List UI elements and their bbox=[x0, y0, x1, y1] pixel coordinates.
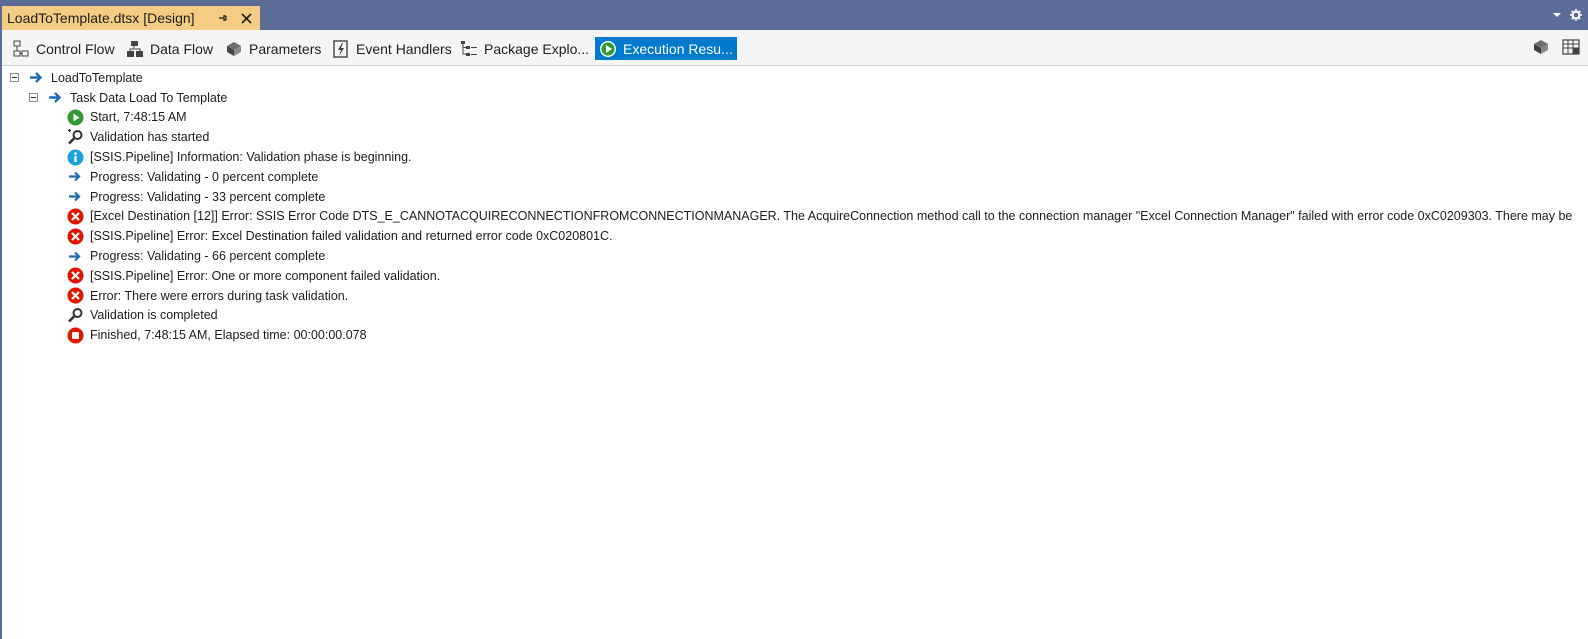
list-item[interactable]: [SSIS.Pipeline] Information: Validation … bbox=[10, 147, 1580, 167]
tab-label: Data Flow bbox=[150, 40, 214, 57]
list-item[interactable]: Progress: Validating - 33 percent comple… bbox=[10, 187, 1580, 207]
list-item[interactable]: Error: There were errors during task val… bbox=[10, 286, 1580, 306]
document-tab-strip: LoadToTemplate.dtsx [Design] bbox=[0, 0, 1588, 30]
message-text: [SSIS.Pipeline] Information: Validation … bbox=[90, 150, 412, 165]
parameters-icon bbox=[225, 40, 243, 58]
tab-event-handlers[interactable]: Event Handlers bbox=[328, 37, 456, 60]
progress-icon bbox=[67, 188, 84, 205]
list-item[interactable]: [SSIS.Pipeline] Error: Excel Destination… bbox=[10, 226, 1580, 246]
toolbar-right bbox=[1532, 38, 1580, 59]
document-tab[interactable]: LoadToTemplate.dtsx [Design] bbox=[2, 6, 260, 30]
info-icon bbox=[67, 149, 84, 166]
designer-tabs: Control Flow Data Flow Parameters Event … bbox=[2, 30, 1588, 66]
tab-label: Execution Resu... bbox=[623, 40, 733, 57]
tab-parameters[interactable]: Parameters bbox=[221, 37, 325, 60]
tab-label: Event Handlers bbox=[356, 40, 452, 57]
message-text: Progress: Validating - 66 percent comple… bbox=[90, 249, 326, 264]
tab-data-flow[interactable]: Data Flow bbox=[122, 37, 217, 60]
tab-label: Control Flow bbox=[36, 40, 115, 57]
stop-icon bbox=[67, 327, 84, 344]
tab-label: Package Explo... bbox=[484, 40, 590, 57]
progress-icon bbox=[67, 248, 84, 265]
close-icon[interactable] bbox=[238, 10, 254, 26]
data-flow-icon bbox=[126, 40, 144, 58]
window-controls bbox=[1552, 9, 1582, 24]
package-explorer-icon bbox=[460, 40, 478, 58]
error-icon bbox=[67, 208, 84, 225]
list-item[interactable]: Validation has started bbox=[10, 127, 1580, 147]
pin-icon[interactable] bbox=[215, 10, 231, 26]
list-item[interactable]: [SSIS.Pipeline] Error: One or more compo… bbox=[10, 266, 1580, 286]
document-tab-title: LoadToTemplate.dtsx [Design] bbox=[7, 10, 195, 26]
tab-control-flow[interactable]: Control Flow bbox=[8, 37, 119, 60]
validation-complete-icon bbox=[67, 307, 84, 324]
message-text: [SSIS.Pipeline] Error: Excel Destination… bbox=[90, 229, 613, 244]
chevron-down-icon[interactable] bbox=[1552, 9, 1562, 24]
start-icon bbox=[67, 109, 84, 126]
tab-package-explorer[interactable]: Package Explo... bbox=[456, 37, 593, 60]
control-flow-icon bbox=[12, 40, 30, 58]
message-text: Validation has started bbox=[90, 130, 210, 145]
designer-window: LoadToTemplate.dtsx [Design] Control Flo… bbox=[0, 0, 1588, 639]
message-text: Progress: Validating - 0 percent complet… bbox=[90, 169, 319, 184]
error-icon bbox=[67, 287, 84, 304]
tree-task-label: Task Data Load To Template bbox=[70, 90, 228, 105]
message-text: [SSIS.Pipeline] Error: One or more compo… bbox=[90, 268, 441, 283]
list-item[interactable]: Finished, 7:48:15 AM, Elapsed time: 00:0… bbox=[10, 325, 1580, 345]
collapse-toggle[interactable] bbox=[10, 73, 19, 83]
message-text: [Excel Destination [12]] Error: SSIS Err… bbox=[90, 209, 1573, 224]
gear-icon[interactable] bbox=[1570, 9, 1582, 24]
progress-icon bbox=[67, 168, 84, 185]
list-item[interactable]: Validation is completed bbox=[10, 306, 1580, 326]
cube-icon[interactable] bbox=[1532, 38, 1550, 59]
list-item[interactable]: Start, 7:48:15 AM bbox=[10, 108, 1580, 128]
tree-root-label: LoadToTemplate bbox=[51, 70, 143, 85]
message-text: Finished, 7:48:15 AM, Elapsed time: 00:0… bbox=[90, 328, 367, 343]
list-item[interactable]: Progress: Validating - 66 percent comple… bbox=[10, 246, 1580, 266]
list-item[interactable]: [Excel Destination [12]] Error: SSIS Err… bbox=[10, 207, 1580, 227]
collapse-toggle[interactable] bbox=[29, 93, 38, 103]
arrow-right-icon bbox=[47, 89, 64, 106]
error-icon bbox=[67, 228, 84, 245]
designer-surface: Control Flow Data Flow Parameters Event … bbox=[2, 30, 1588, 639]
grid-icon[interactable] bbox=[1562, 38, 1580, 59]
tab-execution-results[interactable]: Execution Resu... bbox=[595, 37, 737, 60]
tree-task[interactable]: Task Data Load To Template bbox=[10, 88, 1580, 108]
execution-results-tree: LoadToTemplate Task Data Load To Templat… bbox=[10, 68, 1580, 345]
message-text: Start, 7:48:15 AM bbox=[90, 110, 187, 125]
arrow-right-icon bbox=[28, 69, 45, 86]
message-text: Error: There were errors during task val… bbox=[90, 288, 349, 303]
message-text: Validation is completed bbox=[90, 308, 218, 323]
message-text: Progress: Validating - 33 percent comple… bbox=[90, 189, 326, 204]
error-icon bbox=[67, 267, 84, 284]
play-icon bbox=[599, 40, 617, 58]
tab-label: Parameters bbox=[249, 40, 322, 57]
validation-icon bbox=[67, 128, 84, 146]
event-handlers-icon bbox=[332, 39, 350, 58]
tree-root[interactable]: LoadToTemplate bbox=[10, 68, 1580, 88]
list-item[interactable]: Progress: Validating - 0 percent complet… bbox=[10, 167, 1580, 187]
